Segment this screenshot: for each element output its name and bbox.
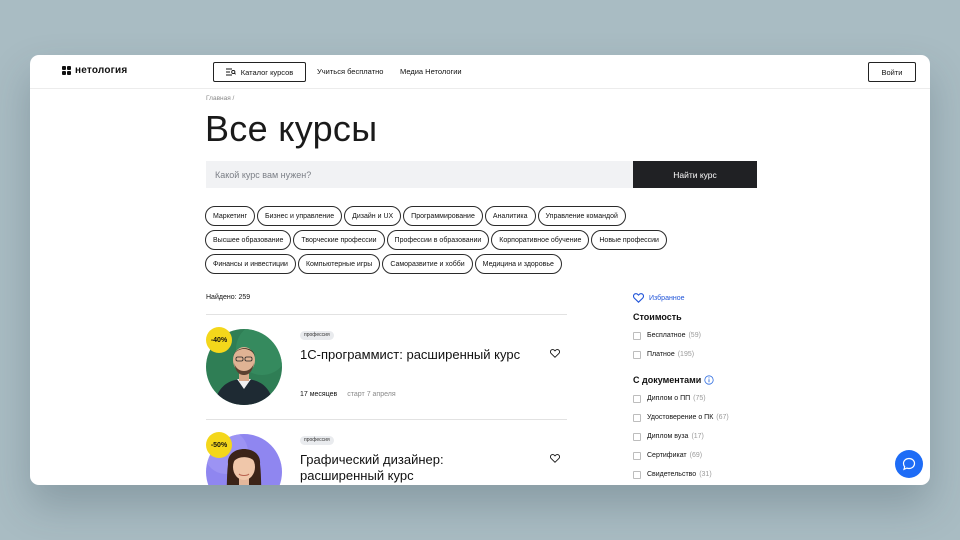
option-label: Бесплатное [647, 332, 686, 339]
filter-option[interactable]: Платное (195) [633, 345, 773, 364]
divider [206, 419, 567, 420]
option-count: (31) [699, 471, 712, 478]
option-label: Платное [647, 351, 675, 358]
search-input[interactable] [206, 161, 633, 188]
catalog-button[interactable]: Каталог курсов [213, 62, 306, 82]
checkbox[interactable] [633, 331, 641, 340]
login-button[interactable]: Войти [868, 62, 916, 82]
course-tag: профессия [300, 436, 334, 445]
option-count: (17) [691, 433, 704, 440]
course-title[interactable]: Графический дизайнер: расширенный курс [300, 452, 530, 484]
documents-heading-text: С документами [633, 375, 702, 385]
catalog-label: Каталог курсов [240, 67, 294, 77]
filter-option[interactable]: Бесплатное (59) [633, 326, 773, 345]
category-filters: Маркетинг Бизнес и управление Дизайн и U… [205, 206, 745, 278]
discount-badge: -50% [206, 432, 232, 458]
chip-creative[interactable]: Творческие профессии [293, 230, 385, 250]
logo-icon [62, 66, 71, 75]
chip-corporate[interactable]: Корпоративное обучение [491, 230, 590, 250]
breadcrumb[interactable]: Главная / [206, 95, 234, 102]
chip-higher-education[interactable]: Высшее образование [205, 230, 292, 250]
course-duration: 17 месяцев [300, 391, 338, 398]
option-label: Сертификат [647, 452, 687, 459]
filter-option[interactable]: Диплом вуза (17) [633, 427, 773, 446]
filters-sidebar: Избранное Стоимость Бесплатное (59) Платн… [633, 293, 773, 484]
option-label: Свидетельство [647, 471, 697, 478]
favorites-label: Избранное [649, 294, 685, 302]
filter-option[interactable]: Свидетельство (31) [633, 465, 773, 484]
documents-heading: С документами [633, 375, 773, 385]
favorites-link[interactable]: Избранное [633, 293, 773, 303]
filter-option[interactable]: Сертификат (69) [633, 446, 773, 465]
chip-row: Финансы и инвестиции Компьютерные игры С… [205, 254, 745, 274]
filter-option[interactable]: Диплом о ПП (75) [633, 389, 773, 408]
heart-icon [633, 293, 644, 303]
chip-business[interactable]: Бизнес и управление [257, 206, 343, 226]
logo[interactable]: нетология [62, 65, 127, 76]
info-icon[interactable] [704, 375, 714, 385]
course-card[interactable]: -50% профессия Графический дизайнер: рас… [206, 432, 567, 485]
results-count: Найдено: 259 [206, 294, 251, 301]
page-title: Все курсы [205, 108, 378, 149]
option-count: (59) [688, 332, 701, 339]
chip-medicine[interactable]: Медицина и здоровье [474, 254, 562, 274]
checkbox[interactable] [633, 470, 641, 479]
chip-analytics[interactable]: Аналитика [484, 206, 536, 226]
course-tag: профессия [300, 331, 334, 340]
checkbox[interactable] [633, 350, 641, 359]
option-count: (69) [689, 452, 703, 459]
course-title[interactable]: 1С-программист: расширенный курс [300, 347, 530, 363]
option-count: (75) [693, 395, 706, 402]
course-card[interactable]: -40% профессия 1С-программист: расширенн… [206, 327, 567, 429]
heart-icon[interactable] [550, 349, 560, 358]
site-header: нетология Каталог курсов Учиться бесплат… [30, 55, 930, 89]
catalog-icon [225, 68, 236, 76]
divider [206, 314, 567, 315]
discount-badge: -40% [206, 327, 232, 353]
cost-heading: Стоимость [633, 312, 682, 322]
checkbox[interactable] [633, 432, 641, 441]
option-label: Диплом вуза [647, 433, 689, 440]
filter-option[interactable]: Удостоверение о ПК (67) [633, 408, 773, 427]
nav-media[interactable]: Медиа Нетологии [400, 67, 462, 76]
chip-finance[interactable]: Финансы и инвестиции [205, 254, 296, 274]
chip-row: Высшее образование Творческие профессии … [205, 230, 745, 250]
nav-learn-free[interactable]: Учиться бесплатно [317, 67, 383, 76]
course-start: старт 7 апреля [347, 391, 396, 398]
logo-text: нетология [75, 65, 128, 76]
heart-icon[interactable] [550, 454, 560, 463]
chat-button[interactable] [895, 450, 923, 478]
checkbox[interactable] [633, 413, 641, 422]
chip-education-professions[interactable]: Профессии в образовании [386, 230, 490, 250]
search-button[interactable]: Найти курс [633, 161, 757, 188]
option-label: Удостоверение о ПК [647, 414, 714, 421]
chip-design[interactable]: Дизайн и UX [344, 206, 402, 226]
chip-marketing[interactable]: Маркетинг [205, 206, 256, 226]
checkbox[interactable] [633, 394, 641, 403]
option-count: (67) [716, 414, 729, 421]
course-meta: 17 месяцев старт 7 апреля [300, 391, 396, 398]
checkbox[interactable] [633, 451, 641, 460]
option-label: Диплом о ПП [647, 395, 691, 402]
chip-programming[interactable]: Программирование [403, 206, 483, 226]
browser-window: нетология Каталог курсов Учиться бесплат… [30, 55, 930, 485]
chip-games[interactable]: Компьютерные игры [297, 254, 381, 274]
option-count: (195) [677, 351, 695, 358]
chat-icon [902, 457, 916, 471]
chip-self-development[interactable]: Саморазвитие и хобби [382, 254, 473, 274]
chip-team-management[interactable]: Управление командой [537, 206, 626, 226]
chip-row: Маркетинг Бизнес и управление Дизайн и U… [205, 206, 745, 226]
chip-new-professions[interactable]: Новые профессии [591, 230, 667, 250]
